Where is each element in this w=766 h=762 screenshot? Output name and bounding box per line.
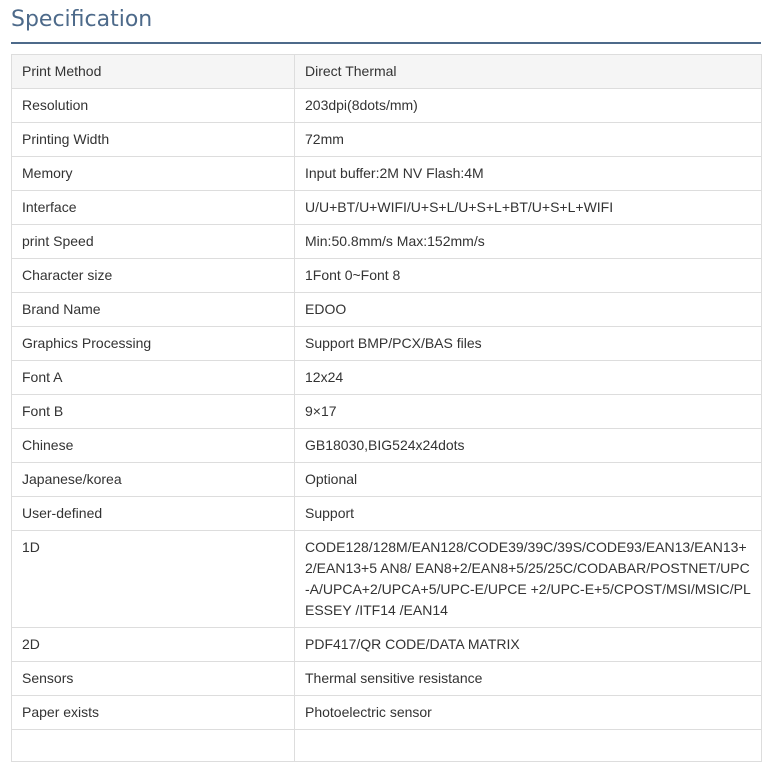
spec-value: 12x24 <box>294 360 762 395</box>
table-row: Brand Name EDOO <box>11 292 762 327</box>
spec-value: Support BMP/PCX/BAS files <box>294 326 762 361</box>
spec-label <box>11 729 295 762</box>
table-row: Interface U/U+BT/U+WIFI/U+S+L/U+S+L+BT/U… <box>11 190 762 225</box>
table-row: Resolution 203dpi(8dots/mm) <box>11 88 762 123</box>
spec-label: Character size <box>11 258 295 293</box>
spec-label: Interface <box>11 190 295 225</box>
spec-label: Memory <box>11 156 295 191</box>
table-row: Chinese GB18030,BIG524x24dots <box>11 428 762 463</box>
spec-label: Brand Name <box>11 292 295 327</box>
table-row: Font A 12x24 <box>11 360 762 395</box>
spec-value: PDF417/QR CODE/DATA MATRIX <box>294 627 762 662</box>
table-row: 1D CODE128/128M/EAN128/CODE39/39C/39S/CO… <box>11 530 762 628</box>
spec-value <box>294 729 762 762</box>
spec-value: Support <box>294 496 762 531</box>
table-row: Memory Input buffer:2M NV Flash:4M <box>11 156 762 191</box>
table-row: 2D PDF417/QR CODE/DATA MATRIX <box>11 627 762 662</box>
table-row: Japanese/korea Optional <box>11 462 762 497</box>
spec-label: Resolution <box>11 88 295 123</box>
spec-label: print Speed <box>11 224 295 259</box>
table-row: print Speed Min:50.8mm/s Max:152mm/s <box>11 224 762 259</box>
spec-label: Chinese <box>11 428 295 463</box>
spec-label: Print Method <box>11 54 295 89</box>
table-row: User-defined Support <box>11 496 762 531</box>
spec-value: GB18030,BIG524x24dots <box>294 428 762 463</box>
spec-label: 2D <box>11 627 295 662</box>
spec-label: Japanese/korea <box>11 462 295 497</box>
spec-label: 1D <box>11 530 295 628</box>
spec-value: EDOO <box>294 292 762 327</box>
table-row: Printing Width 72mm <box>11 122 762 157</box>
spec-value: Thermal sensitive resistance <box>294 661 762 696</box>
spec-label: Font A <box>11 360 295 395</box>
table-row <box>11 729 762 762</box>
spec-value: Input buffer:2M NV Flash:4M <box>294 156 762 191</box>
spec-value: 203dpi(8dots/mm) <box>294 88 762 123</box>
spec-value: Direct Thermal <box>294 54 762 89</box>
title-divider <box>11 42 761 44</box>
spec-value: Optional <box>294 462 762 497</box>
spec-label: Graphics Processing <box>11 326 295 361</box>
table-row: Font B 9×17 <box>11 394 762 429</box>
spec-value: Min:50.8mm/s Max:152mm/s <box>294 224 762 259</box>
spec-value: 9×17 <box>294 394 762 429</box>
table-row: Sensors Thermal sensitive resistance <box>11 661 762 696</box>
spec-label: User-defined <box>11 496 295 531</box>
table-row: Paper exists Photoelectric sensor <box>11 695 762 730</box>
page-title: Specification <box>11 7 153 32</box>
table-row: Character size 1Font 0~Font 8 <box>11 258 762 293</box>
spec-label: Font B <box>11 394 295 429</box>
spec-value: 1Font 0~Font 8 <box>294 258 762 293</box>
spec-value: CODE128/128M/EAN128/CODE39/39C/39S/CODE9… <box>294 530 762 628</box>
table-row: Print Method Direct Thermal <box>11 54 762 89</box>
table-row: Graphics Processing Support BMP/PCX/BAS … <box>11 326 762 361</box>
spec-label: Sensors <box>11 661 295 696</box>
spec-label: Printing Width <box>11 122 295 157</box>
specification-table: Print Method Direct Thermal Resolution 2… <box>11 54 762 762</box>
spec-value: Photoelectric sensor <box>294 695 762 730</box>
spec-value: U/U+BT/U+WIFI/U+S+L/U+S+L+BT/U+S+L+WIFI <box>294 190 762 225</box>
spec-value: 72mm <box>294 122 762 157</box>
spec-label: Paper exists <box>11 695 295 730</box>
